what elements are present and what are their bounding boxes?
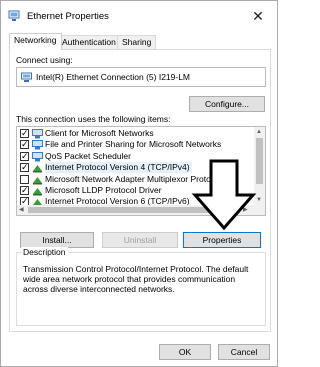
check-icon: ✓ <box>21 128 29 138</box>
adapter-field: Intel(R) Ethernet Connection (5) I219-LM <box>16 67 266 87</box>
down-arrow-icon <box>191 159 257 231</box>
scroll-left-icon[interactable]: ◀ <box>19 205 24 215</box>
vertical-scroll-thumb[interactable] <box>256 138 263 184</box>
ethernet-properties-dialog: Ethernet Properties ✕ Networking Authent… <box>0 0 278 367</box>
item-checkbox[interactable] <box>20 174 29 184</box>
properties-button[interactable]: Properties <box>183 232 261 248</box>
cancel-button[interactable]: Cancel <box>218 344 270 360</box>
network-adapter-icon <box>21 72 32 82</box>
title-bar: Ethernet Properties ✕ <box>1 1 277 31</box>
network-service-icon <box>32 140 43 150</box>
protocol-icon <box>33 176 42 185</box>
description-legend: Description <box>21 247 68 257</box>
check-icon: ✓ <box>21 162 29 173</box>
item-checkbox[interactable]: ✓ <box>20 150 29 161</box>
install-button[interactable]: Install... <box>20 232 94 248</box>
item-checkbox[interactable]: ✓ <box>20 128 29 138</box>
close-button[interactable]: ✕ <box>247 5 269 27</box>
configure-button[interactable]: Configure... <box>189 96 265 112</box>
connect-using-label: Connect using: <box>16 55 73 65</box>
item-label: QoS Packet Scheduler <box>45 150 131 161</box>
item-label: Internet Protocol Version 4 (TCP/IPv4) <box>45 162 192 174</box>
description-group: Description Transmission Control Protoco… <box>16 247 266 326</box>
close-icon: ✕ <box>252 8 264 24</box>
window-title: Ethernet Properties <box>27 11 109 22</box>
protocol-icon <box>33 165 42 173</box>
tab-sharing[interactable]: Sharing <box>117 35 157 50</box>
network-client-icon <box>32 129 43 139</box>
item-label: File and Printer Sharing for Microsoft N… <box>45 139 222 150</box>
item-checkbox[interactable]: ✓ <box>20 139 29 150</box>
check-icon: ✓ <box>21 139 29 150</box>
uninstall-button[interactable]: Uninstall <box>102 232 178 248</box>
item-checkbox[interactable]: ✓ <box>20 162 29 173</box>
protocol-icon <box>33 188 42 196</box>
adapter-name: Intel(R) Ethernet Connection (5) I219-LM <box>36 72 191 82</box>
list-item[interactable]: ✓ File and Printer Sharing for Microsoft… <box>17 139 249 150</box>
scroll-up-icon[interactable]: ▲ <box>256 127 262 137</box>
items-label: This connection uses the following items… <box>16 114 171 124</box>
ok-button[interactable]: OK <box>159 344 211 360</box>
network-service-icon <box>32 151 43 162</box>
tab-networking[interactable]: Networking <box>9 33 62 50</box>
description-text: Transmission Control Protocol/Internet P… <box>23 264 249 294</box>
item-label: Client for Microsoft Networks <box>45 128 154 138</box>
check-icon: ✓ <box>21 185 29 195</box>
check-icon: ✓ <box>21 150 29 161</box>
list-item[interactable]: ✓ Client for Microsoft Networks <box>17 128 249 139</box>
tab-authentication[interactable]: Authentication <box>57 35 121 50</box>
item-label: Microsoft LLDP Protocol Driver <box>45 185 162 195</box>
network-adapter-icon <box>8 10 20 21</box>
item-checkbox[interactable]: ✓ <box>20 185 29 195</box>
